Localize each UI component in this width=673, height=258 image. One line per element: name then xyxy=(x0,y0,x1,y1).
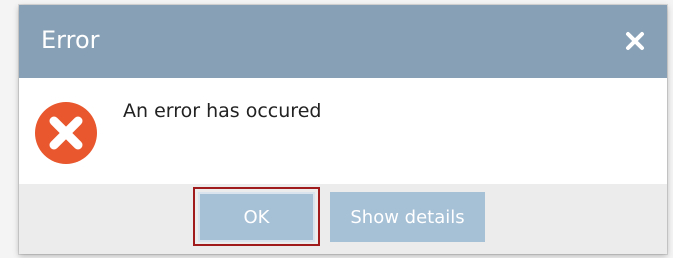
error-message: An error has occured xyxy=(123,100,322,122)
dialog-footer: OK Show details xyxy=(19,184,667,254)
dialog-content: An error has occured xyxy=(19,78,667,184)
error-icon xyxy=(34,101,98,165)
error-dialog: Error An error has occured OK Show detai… xyxy=(19,5,667,254)
show-details-button[interactable]: Show details xyxy=(330,192,485,242)
close-icon[interactable] xyxy=(625,31,645,51)
dialog-titlebar: Error xyxy=(19,5,667,78)
dialog-title: Error xyxy=(41,26,100,54)
ok-button[interactable]: OK xyxy=(198,192,315,242)
